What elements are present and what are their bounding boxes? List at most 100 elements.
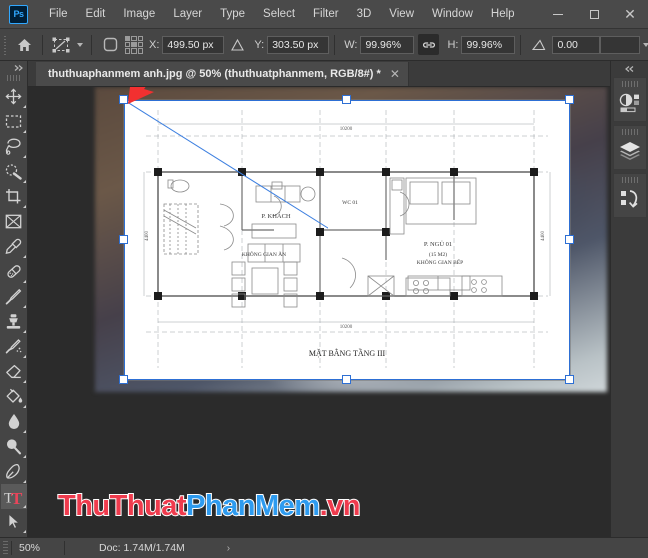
ref-point-mr[interactable] [137, 41, 143, 48]
healing-brush-icon [6, 265, 21, 278]
minimize-button[interactable] [540, 0, 576, 28]
x-input[interactable]: 499.50 px [162, 35, 225, 54]
gradient-tool[interactable] [1, 384, 27, 409]
history-brush-tool[interactable] [1, 334, 27, 359]
history-brush-icon [5, 339, 21, 354]
room-label-0: P. KHÁCH [261, 212, 291, 220]
menu-edit[interactable]: Edit [77, 0, 115, 28]
layers-icon-button[interactable] [615, 137, 645, 164]
panel-grip[interactable] [621, 129, 638, 135]
adjustments-icon [619, 93, 639, 112]
type-tool[interactable]: T T [0, 484, 27, 509]
menu-3d[interactable]: 3D [348, 0, 381, 28]
transform-handle-bottom-center[interactable] [342, 375, 351, 384]
menu-file[interactable]: File [40, 0, 77, 28]
lasso-tool[interactable] [1, 134, 27, 159]
shear-input[interactable] [600, 35, 641, 54]
flyout-indicator [22, 330, 26, 333]
menu-image[interactable]: Image [114, 0, 164, 28]
angle-icon [532, 38, 546, 50]
panel-adjustments[interactable] [612, 77, 647, 122]
clone-stamp-tool[interactable] [1, 309, 27, 334]
angle-input[interactable]: 0.00 [552, 35, 601, 54]
document-tab-close-icon[interactable]: ✕ [390, 68, 400, 80]
interpolation-chevron-down-icon[interactable] [643, 42, 648, 47]
document-tab[interactable]: thuthuaphanmem anh.jpg @ 50% (thuthuatph… [36, 62, 409, 86]
menu-type[interactable]: Type [211, 0, 254, 28]
tool-preset-chevron-down-icon[interactable] [77, 42, 83, 47]
close-button[interactable]: ✕ [612, 0, 648, 28]
toolbar-collapse-button[interactable] [0, 61, 27, 75]
panel-grip[interactable] [621, 81, 638, 87]
dock-collapse-button[interactable] [611, 61, 648, 77]
menu-view[interactable]: View [380, 0, 423, 28]
maintain-aspect-ratio-button[interactable] [418, 34, 440, 55]
frame-tool[interactable] [1, 209, 27, 234]
y-input[interactable]: 303.50 px [267, 35, 330, 54]
maximize-button[interactable] [576, 0, 612, 28]
menu-select[interactable]: Select [254, 0, 304, 28]
transform-handle-bottom-left[interactable] [119, 375, 128, 384]
paint-bucket-icon [6, 388, 22, 403]
ref-point-tr[interactable] [137, 35, 143, 41]
canvas[interactable]: P. KHÁCH WC 01 P. NGỦ 01 (15 M2) KHÔNG G… [28, 87, 610, 537]
ref-point-bc[interactable] [131, 48, 137, 54]
menu-filter[interactable]: Filter [304, 0, 348, 28]
layers-stack-icon [619, 142, 640, 160]
room-label-2: P. NGỦ 01 [424, 240, 452, 248]
panel-history[interactable] [612, 173, 647, 218]
history-icon-button[interactable] [615, 185, 645, 212]
zoom-level-input[interactable]: 50% [12, 542, 64, 554]
relative-position-button[interactable] [224, 33, 250, 57]
ref-point-bl[interactable] [125, 48, 131, 54]
ref-point-tc[interactable] [131, 35, 137, 41]
eraser-tool[interactable] [1, 359, 27, 384]
panel-layers[interactable] [612, 125, 647, 170]
room-label-1: WC 01 [342, 200, 358, 206]
blur-tool[interactable] [1, 409, 27, 434]
status-bar-grip[interactable] [3, 540, 8, 556]
crop-tool[interactable] [1, 184, 27, 209]
shape-mode-button[interactable] [97, 33, 123, 57]
ref-point-br[interactable] [137, 48, 143, 54]
rectangular-marquee-tool[interactable] [1, 109, 27, 134]
menu-layer[interactable]: Layer [164, 0, 211, 28]
transform-handle-middle-left[interactable] [119, 235, 128, 244]
reference-point-grid[interactable] [125, 35, 143, 54]
transform-handle-bottom-right[interactable] [565, 375, 574, 384]
document-tab-title: thuthuaphanmem anh.jpg @ 50% (thuthuatph… [48, 68, 381, 80]
menu-window[interactable]: Window [423, 0, 482, 28]
dimension-left: 4400 [145, 231, 150, 242]
spot-healing-brush-tool[interactable] [1, 259, 27, 284]
path-selection-tool[interactable] [1, 509, 27, 534]
toolbar-grip[interactable] [6, 75, 21, 81]
width-input[interactable]: 99.96% [360, 35, 415, 54]
room-label-4: KHÔNG GIAN BẾP [417, 258, 463, 266]
transform-handle-top-right[interactable] [565, 95, 574, 104]
adjustments-icon-button[interactable] [615, 89, 645, 116]
window-controls: ✕ [540, 0, 648, 28]
transform-handle-top-left[interactable] [119, 95, 128, 104]
status-bar: 50% Doc: 1.74M/1.74M › [0, 537, 648, 558]
ref-point-tl[interactable] [125, 35, 131, 41]
brush-tool[interactable] [1, 284, 27, 309]
menu-help[interactable]: Help [482, 0, 524, 28]
height-input[interactable]: 99.96% [461, 35, 516, 54]
transform-handle-middle-right[interactable] [565, 235, 574, 244]
dodge-tool[interactable] [1, 434, 27, 459]
home-button[interactable] [11, 33, 37, 57]
status-expand-chevron-right-icon[interactable]: › [185, 543, 230, 554]
object-selection-tool[interactable] [1, 159, 27, 184]
transform-handle-top-center[interactable] [342, 95, 351, 104]
floor-plan-layer[interactable]: P. KHÁCH WC 01 P. NGỦ 01 (15 M2) KHÔNG G… [124, 100, 570, 380]
chevrons-right-icon [14, 65, 23, 71]
eyedropper-tool[interactable] [1, 234, 27, 259]
eraser-icon [5, 364, 21, 378]
ref-point-mc[interactable] [131, 41, 137, 48]
free-transform-tool-button[interactable] [48, 33, 74, 57]
pen-tool[interactable] [1, 459, 27, 484]
ref-point-ml[interactable] [125, 41, 131, 48]
move-tool[interactable] [1, 84, 27, 109]
options-bar-grip[interactable] [3, 33, 8, 56]
panel-grip[interactable] [621, 177, 638, 183]
